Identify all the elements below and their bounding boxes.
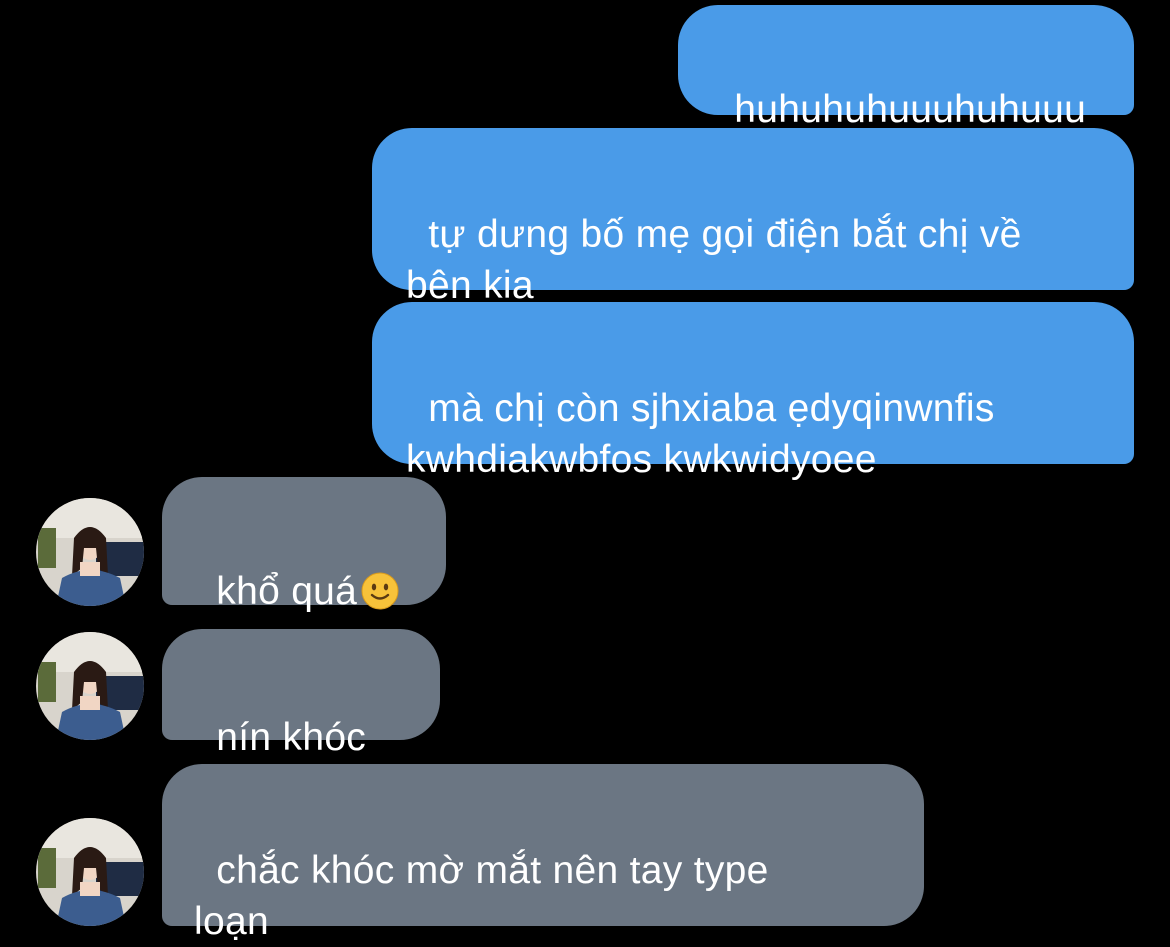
contact-avatar[interactable] xyxy=(36,498,144,606)
sent-message-bubble[interactable]: huhuhuhuuuhuhuuu xyxy=(678,5,1134,131)
received-message-bubble[interactable]: nín khóc đi xyxy=(162,629,440,810)
slightly-smiling-face-icon xyxy=(361,572,399,610)
message-text: chắc khóc mờ mắt nên tay type loạn xyxy=(194,849,780,943)
received-message-bubble[interactable]: khổ quá xyxy=(162,477,446,613)
sent-message-bubble[interactable]: mà chị còn sjhxiaba ẹdyqinwnfis kwhdiakw… xyxy=(372,302,1134,481)
contact-avatar[interactable] xyxy=(36,632,144,740)
contact-avatar[interactable] xyxy=(36,818,144,926)
message-text: huhuhuhuuuhuhuuu xyxy=(734,88,1087,131)
sent-message-bubble[interactable]: tự dưng bố mẹ gọi điện bắt chị về bên ki… xyxy=(372,128,1134,307)
message-text: tự dưng bố mẹ gọi điện bắt chị về bên ki… xyxy=(406,213,1033,307)
received-message-bubble[interactable]: chắc khóc mờ mắt nên tay type loạn xyxy=(162,764,924,943)
message-text: mà chị còn sjhxiaba ẹdyqinwnfis kwhdiakw… xyxy=(406,387,1006,481)
message-text: khổ quá xyxy=(216,570,358,613)
